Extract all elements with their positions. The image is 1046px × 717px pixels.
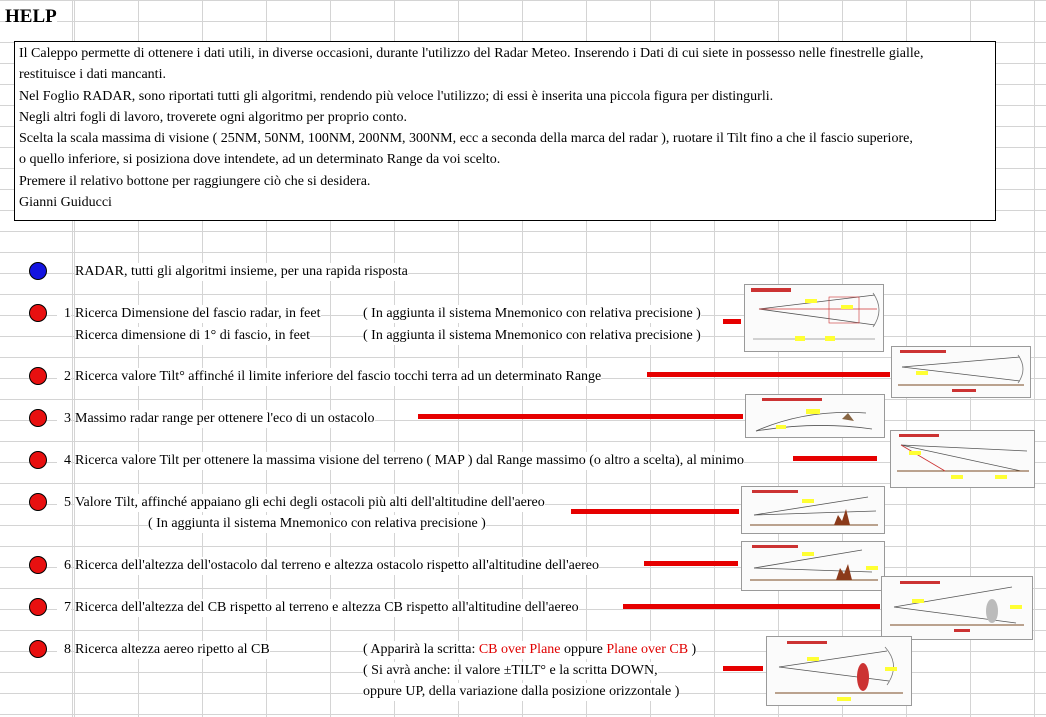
help-line: restituisce i dati mancanti. xyxy=(19,67,166,83)
item-1-label-2: Ricerca dimensione di 1° di fascio, in f… xyxy=(75,327,310,345)
item-8-note-a-pre: ( Apparirà la scritta: xyxy=(363,642,479,657)
item-1-note-2: ( In aggiunta il sistema Mnemonico con r… xyxy=(363,327,701,345)
help-line: Nel Foglio RADAR, sono riportati tutti g… xyxy=(19,88,774,104)
radar-sheet-button[interactable] xyxy=(29,262,47,280)
item-8-label: Ricerca altezza aereo ripetto al CB xyxy=(75,641,270,659)
item-6-button[interactable] xyxy=(29,556,47,574)
help-line: Scelta la scala massima di visione ( 25N… xyxy=(19,131,913,147)
radar-label: RADAR, tutti gli algoritmi insieme, per … xyxy=(75,263,408,281)
item-8-note-a-post: ) xyxy=(688,642,697,657)
item-7-number: 7 xyxy=(57,599,71,617)
item-2-thumbnail[interactable] xyxy=(891,346,1031,398)
item-7-button[interactable] xyxy=(29,598,47,616)
item-4-connector xyxy=(793,456,877,461)
help-line: Gianni Guiducci xyxy=(19,195,112,211)
item-7-thumbnail[interactable] xyxy=(881,576,1033,640)
item-1-connector xyxy=(723,319,741,324)
item-8-number: 8 xyxy=(57,641,71,659)
item-8-thumbnail[interactable] xyxy=(766,636,912,706)
item-1-number: 1 xyxy=(57,305,71,323)
help-line: Il Caleppo permette di ottenere i dati u… xyxy=(19,46,924,61)
item-8-note-c: oppure UP, della variazione dalla posizi… xyxy=(363,683,680,701)
item-1-thumbnail[interactable] xyxy=(744,284,884,352)
item-8-note-a: ( Apparirà la scritta: CB over Plane opp… xyxy=(363,641,697,659)
item-8-button[interactable] xyxy=(29,640,47,658)
help-line: o quello inferiore, si posiziona dove in… xyxy=(19,152,501,168)
item-5-connector xyxy=(571,509,739,514)
item-8-note-a-mid: oppure xyxy=(560,642,607,657)
item-6-connector xyxy=(644,561,738,566)
item-8-note-b: ( Si avrà anche: il valore ±TILT° e la s… xyxy=(363,662,658,680)
item-7-label: Ricerca dell'altezza del CB rispetto al … xyxy=(75,599,579,617)
item-6-label: Ricerca dell'altezza dell'ostacolo dal t… xyxy=(75,557,599,575)
help-line: Negli altri fogli di lavoro, troverete o… xyxy=(19,109,408,125)
item-1-button[interactable] xyxy=(29,304,47,322)
item-2-number: 2 xyxy=(57,368,71,386)
item-2-label: Ricerca valore Tilt° affinché il limite … xyxy=(75,368,602,386)
item-3-number: 3 xyxy=(57,410,71,428)
sheet-title: HELP xyxy=(5,6,57,28)
item-7-connector xyxy=(623,604,880,609)
item-6-thumbnail[interactable] xyxy=(741,541,885,591)
item-4-thumbnail[interactable] xyxy=(890,430,1035,488)
help-textbox: Il Caleppo permette di ottenere i dati u… xyxy=(14,41,996,221)
item-6-number: 6 xyxy=(57,557,71,575)
cb-over-plane-text: CB over Plane xyxy=(478,642,561,657)
item-2-button[interactable] xyxy=(29,367,47,385)
item-5-thumbnail[interactable] xyxy=(741,486,885,534)
item-5-note: ( In aggiunta il sistema Mnemonico con r… xyxy=(148,515,486,533)
item-4-label: Ricerca valore Tilt per ottenere la mass… xyxy=(75,452,744,470)
item-5-button[interactable] xyxy=(29,493,47,511)
plane-over-cb-text: Plane over CB xyxy=(606,642,689,657)
item-5-number: 5 xyxy=(57,494,71,512)
item-3-thumbnail[interactable] xyxy=(745,394,885,438)
item-4-button[interactable] xyxy=(29,451,47,469)
item-1-label: Ricerca Dimensione del fascio radar, in … xyxy=(75,305,321,323)
item-1-note: ( In aggiunta il sistema Mnemonico con r… xyxy=(363,305,701,323)
item-4-number: 4 xyxy=(57,452,71,470)
help-line: Premere il relativo bottone per raggiung… xyxy=(19,173,371,189)
item-5-label: Valore Tilt, affinché appaiano gli echi … xyxy=(75,494,545,512)
item-3-button[interactable] xyxy=(29,409,47,427)
item-2-connector xyxy=(647,372,890,377)
item-3-connector xyxy=(418,414,743,419)
item-8-connector xyxy=(723,666,763,671)
item-3-label: Massimo radar range per ottenere l'eco d… xyxy=(75,410,375,428)
